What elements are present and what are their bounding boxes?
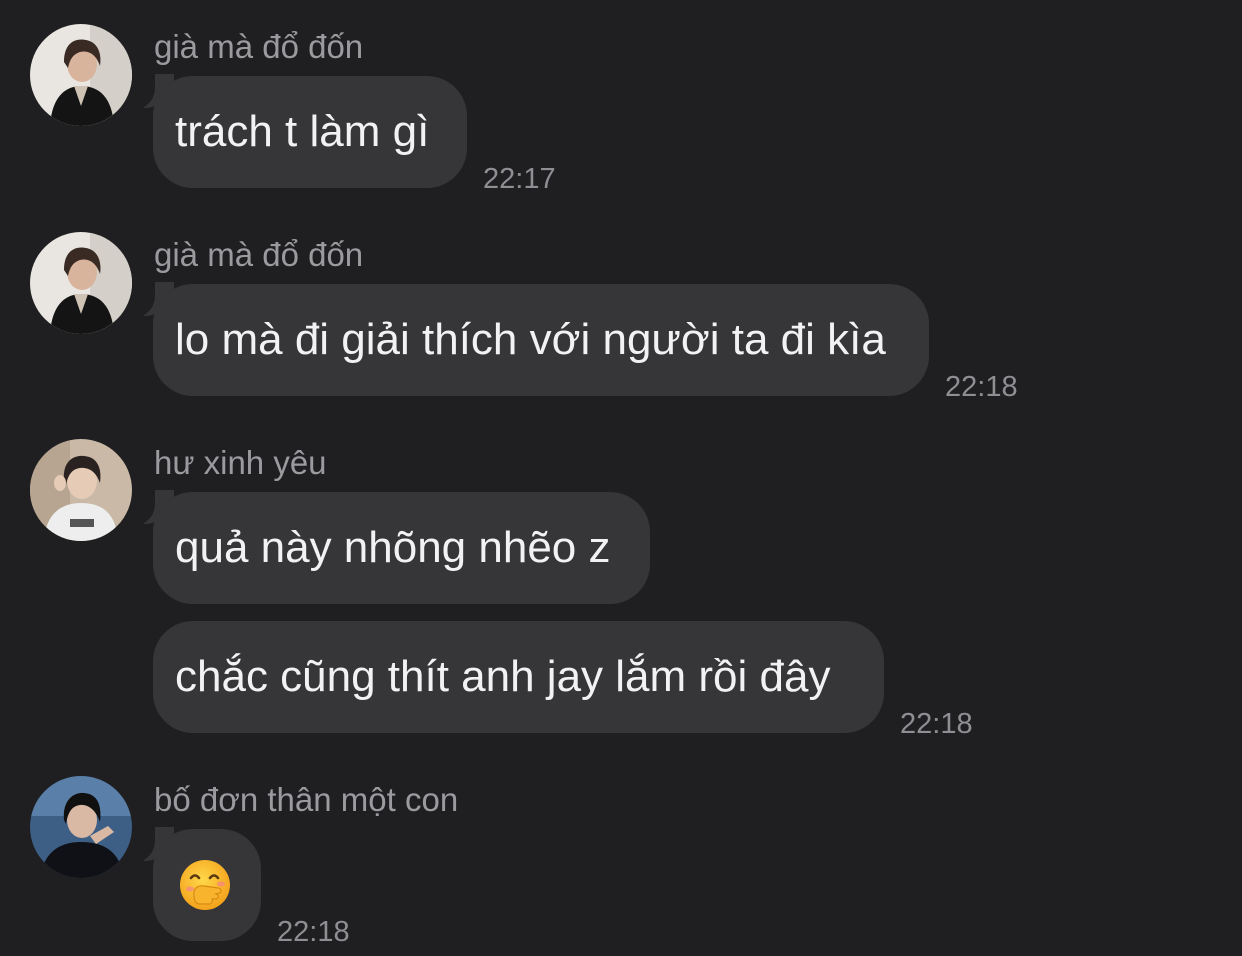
message-text: chắc cũng thít anh jay lắm rồi đây: [175, 652, 831, 701]
message-time: 22:18: [900, 708, 973, 740]
sender-name: hư xinh yêu: [154, 444, 327, 481]
sender-name: bố đơn thân một con: [154, 781, 459, 818]
message-bubble[interactable]: chắc cũng thít anh jay lắm rồi đây: [153, 621, 884, 733]
avatar[interactable]: [30, 776, 132, 878]
message-text: lo mà đi giải thích với người ta đi kìa: [175, 315, 886, 364]
message-bubble[interactable]: lo mà đi giải thích với người ta đi kìa: [133, 278, 929, 396]
avatar[interactable]: [30, 439, 132, 541]
chat-thread: già mà đổ đốn trách t làm gì 22:17 già m…: [0, 0, 1242, 956]
sender-name: già mà đổ đốn: [154, 28, 364, 65]
message-time: 22:18: [277, 916, 350, 948]
message-time: 22:18: [945, 371, 1018, 403]
avatar-photo: [30, 232, 132, 334]
face-with-hand-over-mouth-icon: [180, 860, 230, 910]
message-bubble[interactable]: trách t làm gì: [133, 70, 467, 188]
sender-name: già mà đổ đốn: [154, 236, 364, 273]
message-bubble[interactable]: quả này nhõng nhẽo z: [133, 486, 650, 604]
avatar-photo: [30, 24, 132, 126]
avatar-photo: [30, 776, 132, 878]
avatar[interactable]: [30, 232, 132, 334]
message-time: 22:17: [483, 163, 556, 195]
avatar[interactable]: [30, 24, 132, 126]
message-text: quả này nhõng nhẽo z: [175, 523, 611, 572]
avatar-photo: [30, 439, 132, 541]
message-text: trách t làm gì: [175, 107, 430, 156]
